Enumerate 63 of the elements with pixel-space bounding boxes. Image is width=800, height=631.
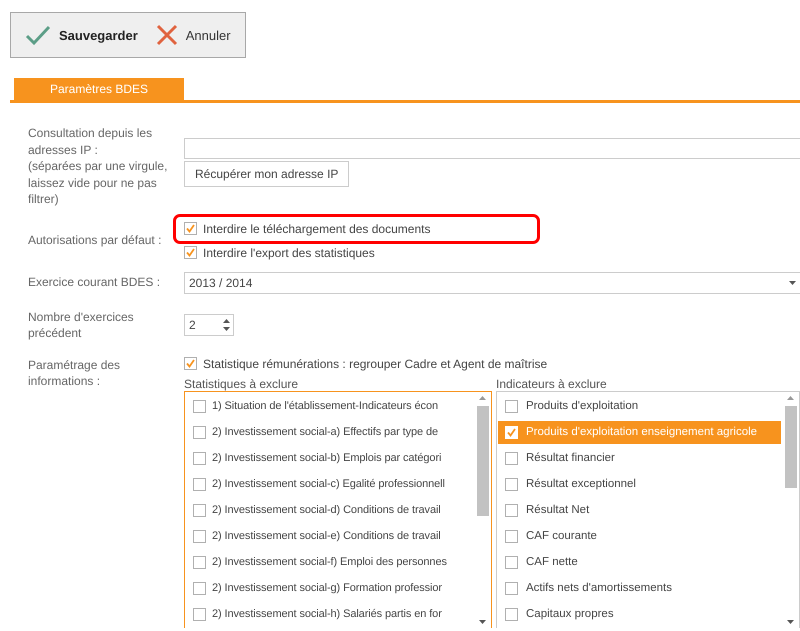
list-item[interactable]: Actifs nets d'amortissements (498, 576, 781, 600)
checkbox[interactable] (184, 357, 197, 370)
list-item[interactable]: Résultat financier (498, 446, 781, 470)
checkbox[interactable] (193, 582, 206, 594)
checkbox[interactable] (184, 246, 197, 259)
scrollbar[interactable] (784, 396, 797, 624)
dropdown-arrow-icon (789, 280, 796, 284)
scroll-down-icon (479, 620, 486, 624)
checkbox[interactable] (193, 530, 206, 542)
checkbox[interactable] (505, 556, 518, 568)
list-item[interactable]: 2) Investissement social-g) Formation professior (186, 576, 473, 600)
field-label: Consultation depuis les adresses IP : (séparées par une virgule, laissez vide pour ne pas filtrer) (28, 125, 168, 208)
list-item[interactable]: Produits d'exploitation (498, 394, 781, 418)
checkbox[interactable] (505, 608, 518, 620)
checkbox[interactable] (193, 400, 206, 412)
scroll-up-icon (479, 396, 486, 400)
checkbox[interactable] (184, 222, 197, 235)
checkbox[interactable] (505, 452, 518, 464)
dropdown[interactable]: 2013 / 2014 (184, 272, 800, 294)
checkbox[interactable] (193, 452, 206, 464)
list-item[interactable]: 2) Investissement social-h) Salariés partis en for (186, 602, 473, 626)
list-item[interactable]: 2) Investissement social-c) Egalité professionnell (186, 472, 473, 496)
scroll-down-icon (787, 620, 794, 624)
list-item[interactable]: 2) Investissement social-d) Conditions de travail (186, 498, 473, 522)
list-title: Indicateurs à exclure (496, 376, 608, 390)
number-spinner[interactable]: 2 (184, 314, 234, 336)
checkbox[interactable] (193, 556, 206, 568)
input-field[interactable] (184, 138, 800, 159)
checkbox-label: Statistique rémunérations : regrouper Cadre et Agent de maîtrise (203, 356, 548, 370)
checkbox[interactable] (505, 530, 518, 542)
close-icon (156, 24, 178, 46)
scroll-up-icon (787, 396, 794, 400)
checkmark-icon (25, 24, 51, 46)
checkbox[interactable] (505, 400, 518, 412)
spin-arrows-icon (223, 318, 230, 332)
get-ip-button[interactable]: Récupérer mon adresse IP (184, 161, 350, 187)
checkbox[interactable] (193, 426, 206, 438)
list-item[interactable]: 2) Investissement social-b) Emplois par catégori (186, 446, 473, 470)
list-item[interactable]: 2) Investissement social-a) Effectifs par type de (186, 420, 473, 444)
field-label: Autorisations par défaut : (28, 232, 162, 249)
checkbox[interactable] (193, 608, 206, 620)
checkbox-label: Interdire l'export des statistiques (203, 246, 375, 260)
list-item[interactable]: Résultat Net (498, 498, 781, 522)
list-item[interactable]: CAF nette (498, 550, 781, 574)
list-item[interactable]: 2) Investissement social-e) Conditions de travail (186, 524, 473, 548)
scrollbar[interactable] (476, 396, 489, 624)
list-item[interactable]: 1) Situation de l'établissement-Indicateurs écon (186, 394, 473, 418)
list-item[interactable]: 2) Investissement social-f) Emploi des personnes (186, 550, 473, 574)
field-label: Exercice courant BDES : (28, 274, 162, 291)
checkbox[interactable] (505, 582, 518, 594)
field-label: Paramétrage des informations : (28, 356, 122, 390)
checkbox[interactable] (505, 504, 518, 516)
checkbox[interactable] (505, 478, 518, 490)
list-title: Statistiques à exclure (184, 376, 300, 390)
list-item[interactable]: CAF courante (498, 524, 781, 548)
list-item[interactable]: Capitaux propres (498, 602, 781, 626)
cancel-button[interactable]: Annuler (156, 24, 231, 46)
save-button[interactable]: Sauvegarder (25, 24, 138, 46)
checkbox[interactable] (193, 478, 206, 490)
list-item[interactable]: Résultat exceptionnel (498, 472, 781, 496)
checkbox[interactable] (193, 504, 206, 516)
checkbox-label: Interdire le téléchargement des documents (203, 222, 430, 236)
field-label: Nombre d'exercices précédent (28, 308, 135, 342)
